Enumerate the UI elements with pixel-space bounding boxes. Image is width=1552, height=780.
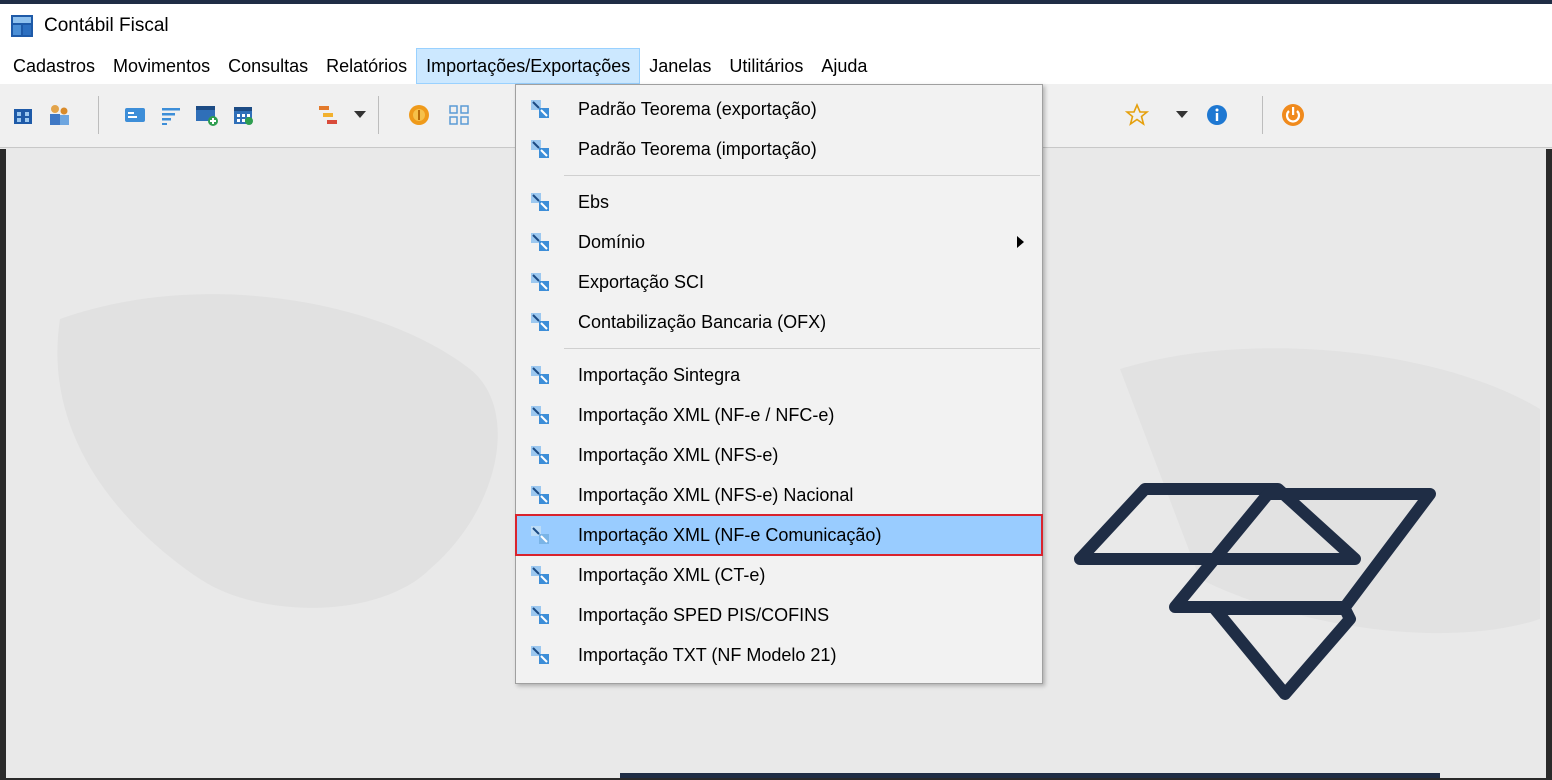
menu-item-label: Importação XML (NFS-e) [578, 444, 779, 465]
menu-item-label: Importação XML (NF-e / NFC-e) [578, 404, 835, 425]
menu-dominio[interactable]: Domínio [516, 222, 1042, 262]
menu-janelas[interactable]: Janelas [640, 48, 720, 84]
menu-item-label: Importação XML (NFS-e) Nacional [578, 484, 854, 505]
star-icon[interactable] [1124, 102, 1150, 128]
menu-utilitarios[interactable]: Utilitários [720, 48, 812, 84]
card-icon[interactable] [122, 102, 148, 128]
favorites-dropdown-caret[interactable] [1176, 111, 1188, 118]
import-export-icon [530, 605, 550, 625]
toolbar-separator [1262, 96, 1263, 134]
menu-importacao-txt-nf-modelo-21[interactable]: Importação TXT (NF Modelo 21) [516, 635, 1042, 675]
menu-item-label: Importação XML (CT-e) [578, 564, 766, 585]
menu-consultas[interactable]: Consultas [219, 48, 317, 84]
menu-importacao-xml-nfe-nfce[interactable]: Importação XML (NF-e / NFC-e) [516, 395, 1042, 435]
menu-exportacao-sci[interactable]: Exportação SCI [516, 262, 1042, 302]
info-icon[interactable] [1204, 102, 1230, 128]
menu-importacoes-exportacoes[interactable]: Importações/Exportações [416, 48, 641, 84]
menu-separator [564, 348, 1040, 349]
menu-padrao-teorema-exportacao[interactable]: Padrão Teorema (exportação) [516, 89, 1042, 129]
hierarchy-icon[interactable] [316, 102, 342, 128]
power-icon[interactable] [1280, 102, 1306, 128]
calendar-icon[interactable] [230, 102, 256, 128]
menu-item-label: Padrão Teorema (exportação) [578, 98, 817, 119]
menu-separator [564, 175, 1040, 176]
coin-icon[interactable] [406, 102, 432, 128]
menu-importacao-sped-pis-cofins[interactable]: Importação SPED PIS/COFINS [516, 595, 1042, 635]
menu-importacao-xml-nfse-nacional[interactable]: Importação XML (NFS-e) Nacional [516, 475, 1042, 515]
menu-item-label: Importação SPED PIS/COFINS [578, 604, 830, 625]
import-export-icon [530, 272, 550, 292]
import-export-icon [530, 312, 550, 332]
filter-list-icon[interactable] [158, 102, 184, 128]
submenu-arrow-icon [1017, 236, 1024, 248]
menu-item-label: Contabilização Bancaria (OFX) [578, 311, 827, 332]
menu-relatorios[interactable]: Relatórios [317, 48, 416, 84]
menu-importacao-xml-nfe-comunicacao[interactable]: Importação XML (NF-e Comunicação) [515, 514, 1043, 556]
import-export-icon [530, 645, 550, 665]
toolbar-separator [98, 96, 99, 134]
grid-icon[interactable] [446, 102, 472, 128]
menu-item-label: Padrão Teorema (importação) [578, 138, 817, 159]
importacoes-exportacoes-dropdown: Padrão Teorema (exportação) Padrão Teore… [515, 84, 1043, 684]
import-export-icon [530, 405, 550, 425]
import-export-icon [530, 525, 550, 545]
menu-item-label: Importação TXT (NF Modelo 21) [578, 644, 837, 665]
menu-bar: Cadastros Movimentos Consultas Relatório… [0, 48, 1552, 84]
title-bar: Contábil Fiscal [0, 4, 1552, 48]
import-export-icon [530, 99, 550, 119]
menu-contabilizacao-bancaria-ofx[interactable]: Contabilização Bancaria (OFX) [516, 302, 1042, 342]
menu-padrao-teorema-importacao[interactable]: Padrão Teorema (importação) [516, 129, 1042, 169]
menu-movimentos[interactable]: Movimentos [104, 48, 219, 84]
menu-item-label: Exportação SCI [578, 271, 705, 292]
menu-cadastros[interactable]: Cadastros [4, 48, 104, 84]
toolbar-separator [378, 96, 379, 134]
import-export-icon [530, 445, 550, 465]
hierarchy-dropdown-caret[interactable] [354, 111, 366, 118]
import-export-icon [530, 232, 550, 252]
menu-item-label: Domínio [578, 231, 646, 252]
import-export-icon [530, 192, 550, 212]
menu-importacao-xml-nfse[interactable]: Importação XML (NFS-e) [516, 435, 1042, 475]
import-export-icon [530, 365, 550, 385]
menu-importacao-xml-cte[interactable]: Importação XML (CT-e) [516, 555, 1042, 595]
app-icon [10, 14, 34, 38]
import-export-icon [530, 485, 550, 505]
menu-ajuda[interactable]: Ajuda [812, 48, 876, 84]
company-icon[interactable] [10, 102, 36, 128]
users-icon[interactable] [46, 102, 72, 128]
menu-ebs[interactable]: Ebs [516, 182, 1042, 222]
menu-item-label: Ebs [578, 191, 610, 212]
menu-importacao-sintegra[interactable]: Importação Sintegra [516, 355, 1042, 395]
import-export-icon [530, 139, 550, 159]
window-add-icon[interactable] [194, 102, 220, 128]
menu-item-label: Importação Sintegra [578, 364, 741, 385]
menu-item-label: Importação XML (NF-e Comunicação) [578, 524, 882, 545]
window-title: Contábil Fiscal [44, 15, 169, 36]
import-export-icon [530, 565, 550, 585]
